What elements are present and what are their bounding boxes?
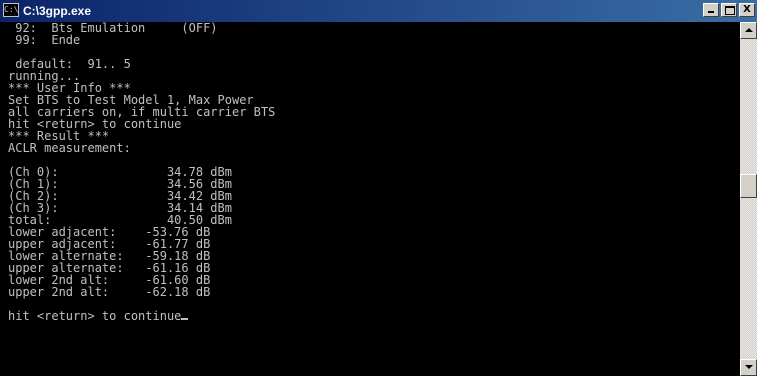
close-button[interactable]: X: [739, 3, 755, 17]
scroll-down-arrow-icon[interactable]: [740, 359, 757, 376]
text-cursor: [181, 318, 189, 320]
console-line: ACLR measurement:: [8, 141, 131, 155]
maximize-button[interactable]: [721, 3, 737, 17]
window-controls: X: [701, 3, 755, 19]
title-bar[interactable]: C:\ C:\3gpp.exe X: [0, 0, 757, 22]
console-line: 99: Ende: [8, 33, 81, 47]
console-app-icon[interactable]: C:\: [3, 3, 19, 17]
console-window: C:\ C:\3gpp.exe X 92: Bts Emulation (OFF…: [0, 0, 757, 376]
scrollbar-thumb[interactable]: [740, 174, 757, 198]
console-line: upper 2nd alt: -62.18 dB: [8, 285, 211, 299]
console-prompt-line: hit <return> to continue: [8, 309, 182, 323]
minimize-button[interactable]: [703, 3, 719, 17]
close-icon: X: [743, 4, 751, 15]
console-output[interactable]: 92: Bts Emulation (OFF) 99: Ende default…: [0, 22, 740, 376]
window-title: C:\3gpp.exe: [23, 4, 92, 18]
scroll-up-arrow-icon[interactable]: [740, 22, 757, 39]
vertical-scrollbar[interactable]: [740, 22, 757, 376]
